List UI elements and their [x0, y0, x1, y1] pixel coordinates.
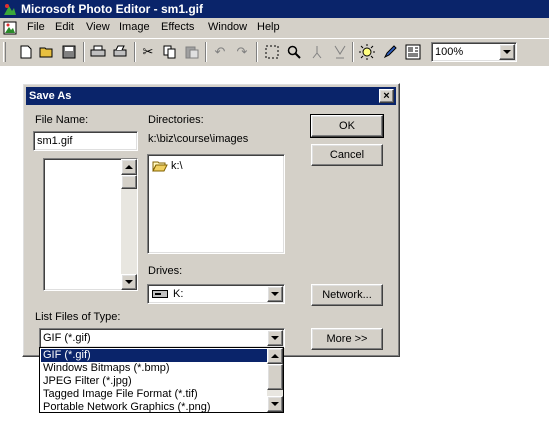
print-preview-icon[interactable]: [111, 43, 129, 61]
cut-icon[interactable]: ✂: [139, 43, 157, 61]
document-icon[interactable]: [3, 21, 17, 35]
directory-item[interactable]: k:\: [152, 159, 183, 173]
scroll-down-button[interactable]: [121, 274, 137, 290]
undo-icon[interactable]: ↶: [211, 43, 229, 61]
ok-button[interactable]: OK: [310, 114, 384, 138]
select-icon[interactable]: [263, 43, 281, 61]
list-files-of-type-label: List Files of Type:: [35, 311, 121, 323]
zoom-value: 100%: [435, 46, 464, 58]
properties-icon[interactable]: [404, 43, 422, 61]
current-path: k:\biz\course\images: [148, 133, 249, 145]
drive-icon: [152, 290, 168, 298]
drives-label: Drives:: [148, 265, 183, 277]
file-name-value: sm1.gif: [37, 135, 73, 147]
drive-value: K:: [173, 288, 184, 300]
photo-editor-icon: [3, 2, 17, 16]
file-type-option[interactable]: Windows Bitmaps (*.bmp): [41, 362, 267, 375]
scroll-up-button[interactable]: [121, 159, 137, 175]
file-type-option[interactable]: JPEG Filter (*.jpg): [41, 375, 267, 388]
cancel-button[interactable]: Cancel: [311, 144, 383, 166]
save-icon[interactable]: [60, 43, 78, 61]
open-folder-icon: [152, 161, 168, 172]
file-type-dropdown-button[interactable]: [267, 330, 283, 346]
zoom-select[interactable]: 100%: [431, 42, 517, 62]
dialog-title: Save As: [29, 90, 72, 102]
save-as-dialog: Save As × File Name: sm1.gif Directories…: [22, 83, 400, 357]
chevron-down-icon: [503, 50, 511, 54]
scroll-thumb[interactable]: [121, 175, 137, 189]
toolbar-separator: [352, 42, 354, 62]
file-type-option[interactable]: Portable Network Graphics (*.png): [41, 401, 267, 414]
more-button[interactable]: More >>: [311, 328, 383, 350]
sharpen-icon[interactable]: [331, 43, 349, 61]
file-name-label: File Name:: [35, 114, 89, 126]
file-list[interactable]: [43, 158, 138, 291]
toolbar-separator: [205, 42, 207, 62]
scroll-up-button[interactable]: [267, 348, 283, 364]
open-folder-icon[interactable]: [38, 43, 56, 61]
menu-window[interactable]: Window: [208, 21, 247, 33]
scroll-down-button[interactable]: [267, 396, 283, 412]
menu-file[interactable]: File: [27, 21, 45, 33]
file-list-scrollbar[interactable]: [121, 159, 137, 290]
zoom-dropdown-button[interactable]: [499, 44, 515, 60]
drive-dropdown-button[interactable]: [267, 286, 283, 302]
directory-item-label: k:\: [171, 160, 183, 172]
file-type-select[interactable]: GIF (*.gif): [39, 328, 285, 348]
menu-image[interactable]: Image: [119, 21, 150, 33]
dialog-title-bar: Save As ×: [26, 87, 396, 105]
file-type-scrollbar[interactable]: [267, 348, 283, 412]
close-icon[interactable]: ×: [379, 89, 394, 103]
file-type-dropdown-list[interactable]: GIF (*.gif) Windows Bitmaps (*.bmp) JPEG…: [39, 347, 284, 413]
menu-edit[interactable]: Edit: [55, 21, 74, 33]
chevron-up-icon: [125, 165, 133, 169]
file-type-option[interactable]: Tagged Image File Format (*.tif): [41, 388, 267, 401]
zoom-icon[interactable]: [285, 43, 303, 61]
toolbar-grip[interactable]: [3, 42, 6, 62]
network-button[interactable]: Network...: [311, 284, 383, 306]
menu-effects[interactable]: Effects: [161, 21, 194, 33]
smudge-icon[interactable]: [308, 43, 326, 61]
copy-icon[interactable]: [161, 43, 179, 61]
redo-icon[interactable]: ↷: [233, 43, 251, 61]
sun-icon[interactable]: [358, 43, 376, 61]
pen-icon[interactable]: [381, 43, 399, 61]
chevron-down-icon: [271, 292, 279, 296]
chevron-down-icon: [271, 336, 279, 340]
app-title-bar: Microsoft Photo Editor - sm1.gif: [0, 0, 549, 18]
paste-icon[interactable]: [183, 43, 201, 61]
chevron-down-icon: [125, 280, 133, 284]
file-name-field[interactable]: sm1.gif: [33, 131, 138, 151]
print-icon[interactable]: [89, 43, 107, 61]
toolbar-separator: [256, 42, 258, 62]
chevron-down-icon: [271, 402, 279, 406]
scroll-thumb[interactable]: [267, 364, 283, 390]
menu-bar: File Edit View Image Effects Window Help: [0, 18, 549, 38]
directories-label: Directories:: [148, 114, 204, 126]
toolbar-separator: [83, 42, 85, 62]
new-icon[interactable]: [17, 43, 35, 61]
toolbar-separator: [134, 42, 136, 62]
file-type-option[interactable]: GIF (*.gif): [41, 349, 267, 362]
menu-view[interactable]: View: [86, 21, 110, 33]
drive-select[interactable]: K:: [147, 284, 285, 304]
chevron-up-icon: [271, 354, 279, 358]
directory-list[interactable]: k:\: [147, 154, 285, 254]
menu-help[interactable]: Help: [257, 21, 280, 33]
app-title-text: Microsoft Photo Editor - sm1.gif: [21, 2, 203, 16]
file-type-value: GIF (*.gif): [43, 332, 91, 344]
toolbar: ✂ ↶ ↷ 100%: [0, 38, 549, 66]
